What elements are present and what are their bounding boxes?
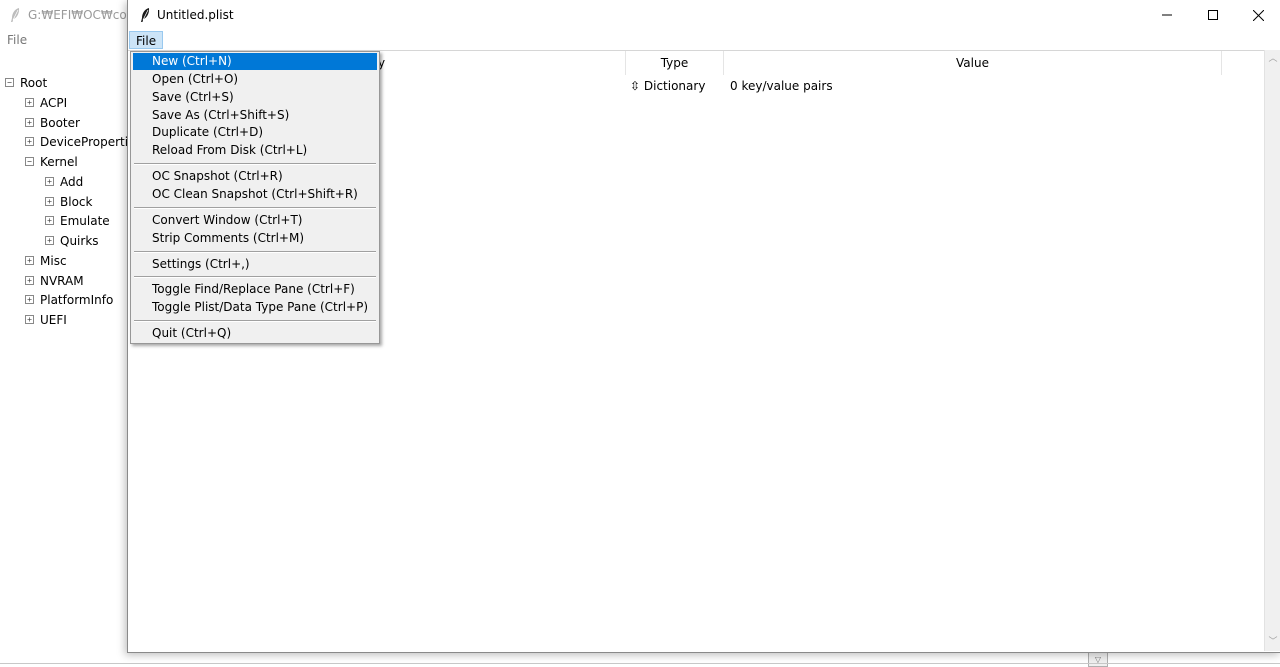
menu-item-label: Convert Window (Ctrl+T) <box>152 212 303 227</box>
menu-item-label: Quit (Ctrl+Q) <box>152 326 232 341</box>
menu-item-label: Settings (Ctrl+,) <box>152 256 250 271</box>
tree-item-label: Booter <box>40 115 80 130</box>
tree-item-label: Misc <box>40 253 67 268</box>
tree-item-label: Root <box>20 76 48 90</box>
expand-icon[interactable]: + <box>25 315 34 324</box>
menu-item-label: Strip Comments (Ctrl+M) <box>152 230 305 245</box>
menu-item[interactable]: Duplicate (Ctrl+D) <box>133 124 377 141</box>
tree-item-label: ACPI <box>40 95 68 110</box>
menu-item[interactable]: Strip Comments (Ctrl+M) <box>133 230 377 247</box>
tree-item-label: PlatformInfo <box>40 293 114 308</box>
minimize-button[interactable] <box>1144 0 1189 30</box>
menu-separator <box>134 276 376 279</box>
minimize-icon <box>1161 14 1172 16</box>
titlebar[interactable]: Untitled.plist <box>128 0 1280 30</box>
close-icon <box>1253 9 1264 21</box>
row-type-cell[interactable]: ⇳ Dictionary <box>630 75 705 97</box>
background-menubar: File <box>0 30 130 50</box>
menu-item[interactable]: OC Clean Snapshot (Ctrl+Shift+R) <box>133 186 377 203</box>
menu-item[interactable]: New (Ctrl+N) <box>133 53 377 70</box>
expand-icon[interactable]: + <box>25 117 34 127</box>
menu-item[interactable]: Toggle Find/Replace Pane (Ctrl+F) <box>133 281 377 298</box>
menu-separator <box>134 250 376 253</box>
window-title: Untitled.plist <box>157 8 234 22</box>
expand-icon[interactable]: + <box>45 196 54 206</box>
column-header-type[interactable]: Type <box>626 51 724 75</box>
scroll-down-arrow-icon[interactable]: ▽ <box>1088 652 1108 667</box>
menu-item-label: OC Clean Snapshot (Ctrl+Shift+R) <box>152 186 358 201</box>
row-value-cell[interactable]: 0 key/value pairs <box>730 75 833 97</box>
tree-item-label: Kernel <box>40 155 78 169</box>
expand-icon[interactable]: + <box>25 275 34 285</box>
expand-icon[interactable]: + <box>45 216 54 226</box>
menu-item-label: Open (Ctrl+O) <box>152 71 239 86</box>
menu-item-label: OC Snapshot (Ctrl+R) <box>152 169 283 184</box>
window-divider <box>0 663 1280 664</box>
menu-file[interactable]: File <box>129 31 164 49</box>
scroll-down-arrow-icon[interactable]: ﹀ <box>1265 634 1280 650</box>
maximize-icon <box>1207 10 1218 20</box>
menu-item-label: Save (Ctrl+S) <box>152 89 234 104</box>
tree-item-label: NVRAM <box>40 273 84 288</box>
menu-item-label: Toggle Plist/Data Type Pane (Ctrl+P) <box>152 300 369 315</box>
feather-icon <box>141 8 150 22</box>
collapse-icon[interactable]: − <box>25 157 34 166</box>
menu-separator <box>134 320 376 323</box>
maximize-button[interactable] <box>1190 0 1235 30</box>
menu-item-label: New (Ctrl+N) <box>152 54 232 68</box>
menu-item-label: Duplicate (Ctrl+D) <box>152 125 263 140</box>
menu-item[interactable]: Toggle Plist/Data Type Pane (Ctrl+P) <box>133 299 377 316</box>
close-button[interactable] <box>1236 0 1280 30</box>
menu-item-label: Save As (Ctrl+Shift+S) <box>152 107 290 122</box>
tree-item-label: Add <box>60 174 84 189</box>
menu-item[interactable]: Save As (Ctrl+Shift+S) <box>133 107 377 124</box>
tree-item-label: Quirks <box>60 234 99 248</box>
expand-icon[interactable]: + <box>25 295 34 305</box>
collapse-icon[interactable]: − <box>5 78 14 87</box>
scroll-up-arrow-icon[interactable]: ︿ <box>1265 51 1280 67</box>
menu-item[interactable]: Save (Ctrl+S) <box>133 89 377 106</box>
menu-separator <box>134 163 376 166</box>
menu-item-label: Reload From Disk (Ctrl+L) <box>152 143 308 158</box>
expand-icon[interactable]: + <box>25 137 34 147</box>
menu-separator <box>134 206 376 209</box>
expand-icon[interactable]: + <box>25 255 34 265</box>
menu-item[interactable]: Quit (Ctrl+Q) <box>133 325 377 342</box>
column-header-value[interactable]: Value <box>724 51 1222 75</box>
tree-item-label: Block <box>60 194 93 209</box>
expand-icon[interactable]: + <box>25 97 34 107</box>
tree-item-label: Emulate <box>60 214 110 229</box>
menu-item[interactable]: OC Snapshot (Ctrl+R) <box>133 168 377 185</box>
feather-icon <box>11 8 20 22</box>
background-menu-file[interactable]: File <box>7 33 27 47</box>
expand-icon[interactable]: + <box>45 236 54 245</box>
menu-item[interactable]: Convert Window (Ctrl+T) <box>133 212 377 229</box>
expand-icon[interactable]: + <box>45 176 54 186</box>
file-menu-dropdown: New (Ctrl+N) Open (Ctrl+O) Save (Ctrl+S) Sa… <box>130 51 380 344</box>
menu-item-label: Toggle Find/Replace Pane (Ctrl+F) <box>152 282 355 297</box>
menu-item[interactable]: Reload From Disk (Ctrl+L) <box>133 142 377 159</box>
vertical-scrollbar[interactable]: ︿ ﹀ <box>1264 50 1280 651</box>
menubar: File <box>128 30 1280 50</box>
menu-item[interactable]: Open (Ctrl+O) <box>133 71 377 88</box>
tree-item-label: UEFI <box>40 313 67 327</box>
menu-item[interactable]: Settings (Ctrl+,) <box>133 256 377 273</box>
